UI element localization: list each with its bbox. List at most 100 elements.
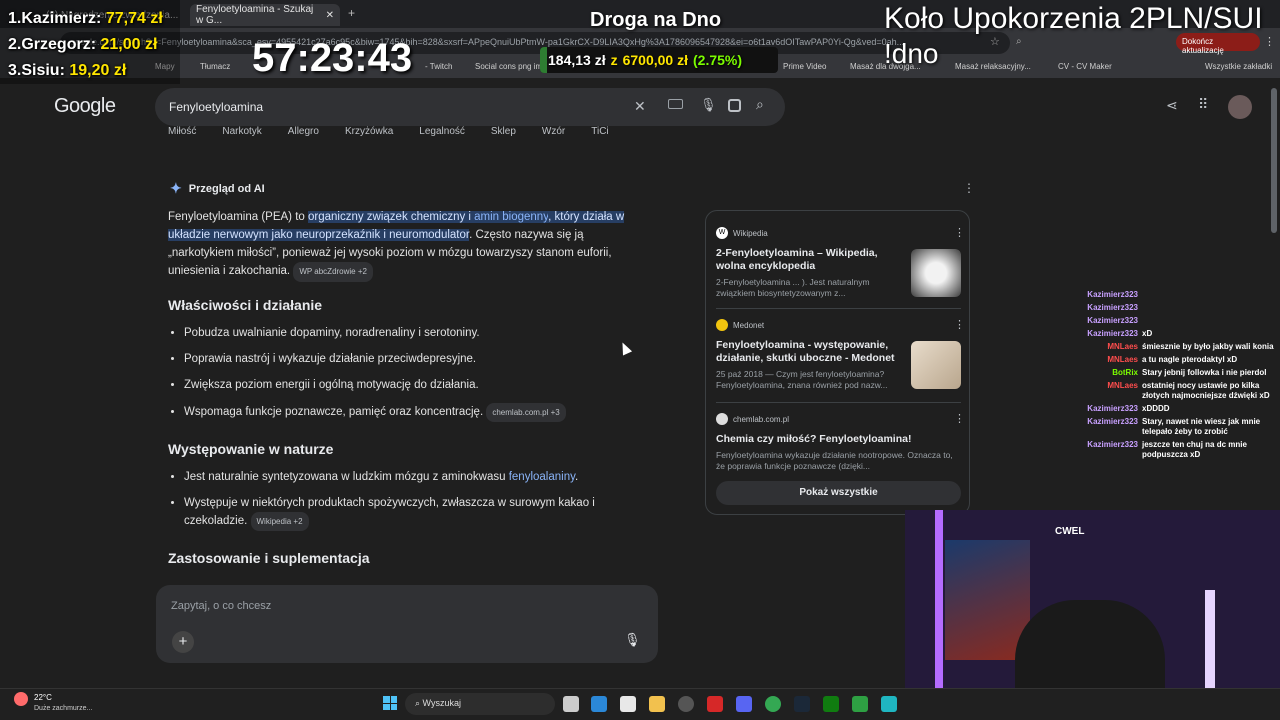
chip[interactable]: Miłość: [168, 126, 196, 142]
result-menu-icon[interactable]: ⋮: [954, 412, 965, 425]
section-title: Zastosowanie i suplementacja: [168, 550, 370, 566]
discord-icon[interactable]: [736, 696, 752, 712]
source-title[interactable]: Fenyloetyloamina - występowanie, działan…: [716, 339, 906, 365]
more-options-icon[interactable]: ⋮: [963, 181, 975, 195]
source-chip[interactable]: chemlab.com.pl +3: [486, 403, 566, 422]
chat-message: MNLaes śmiesznie by było jakby wali konia: [1068, 342, 1278, 352]
weather-temp[interactable]: 22°C: [34, 693, 52, 702]
chat-user: MNLaes: [1107, 381, 1138, 390]
chip[interactable]: Wzór: [542, 126, 565, 142]
bookmark-cv[interactable]: CV - CV Maker: [1058, 62, 1112, 71]
task-view-icon[interactable]: [563, 696, 579, 712]
source-site: Medonet: [733, 320, 765, 330]
chip[interactable]: TiCi: [591, 126, 608, 142]
update-label: Dokończ aktualizację: [1182, 37, 1224, 55]
source-title[interactable]: Chemia czy miłość? Fenyloetyloamina!: [716, 433, 956, 446]
goal-total: 6700,00 zł: [622, 52, 688, 68]
source-label: chemlab.com.pl +3: [492, 408, 560, 417]
chrome-icon[interactable]: [765, 696, 781, 712]
xbox-icon[interactable]: [823, 696, 839, 712]
source-chip[interactable]: WP abcZdrowie +2: [293, 262, 373, 282]
leaderboard-row: 2.Grzegorz: 21,00 zł: [8, 36, 157, 54]
google-logo[interactable]: Google: [54, 95, 116, 118]
add-icon[interactable]: +: [172, 631, 194, 653]
rank: 3.: [8, 62, 22, 79]
fenyloalanina-link[interactable]: fenyloalaniny: [509, 471, 575, 483]
bookmark-social[interactable]: Social cons png im...: [475, 62, 549, 71]
result-menu-icon[interactable]: ⋮: [954, 226, 965, 239]
chat-user: BotRix: [1112, 368, 1138, 377]
chip[interactable]: Narkotyk: [222, 126, 261, 142]
bookmark-twitch[interactable]: - Twitch: [425, 62, 452, 71]
divider: [716, 308, 961, 309]
new-tab-icon[interactable]: +: [348, 6, 355, 20]
ask-input[interactable]: Zapytaj, o co chcesz: [171, 600, 271, 612]
file-explorer-icon[interactable]: [649, 696, 665, 712]
steam-icon[interactable]: [794, 696, 810, 712]
search-input[interactable]: Fenyloetyloamina: [155, 88, 785, 126]
store-icon[interactable]: [620, 696, 636, 712]
list-item-text: Wspomaga funkcje poznawcze, pamięć oraz …: [184, 406, 484, 418]
chip[interactable]: Allegro: [288, 126, 319, 142]
result-menu-icon[interactable]: ⋮: [954, 318, 965, 331]
occurrence-list: Jest naturalnie syntetyzowana w ludzkim …: [184, 469, 654, 540]
taskbar-search[interactable]: ⌕ Wyszukaj: [405, 693, 555, 715]
source-result[interactable]: chemlab.com.pl Chemia czy miłość? Fenylo…: [716, 413, 966, 472]
donor-amount: 19,20 zł: [69, 62, 127, 79]
windows-start-icon[interactable]: [383, 696, 397, 710]
donor-name: Sisiu:: [21, 62, 65, 79]
taskbar: [0, 688, 1280, 720]
show-all-button[interactable]: Pokaż wszystkie: [716, 481, 961, 505]
tab-close-icon[interactable]: ✕: [326, 10, 334, 21]
donor-name: Kazimierz:: [21, 10, 102, 27]
bookmark-translate[interactable]: Tłumacz: [200, 62, 230, 71]
share-icon[interactable]: ⋖: [1166, 97, 1178, 114]
calculator-icon[interactable]: [881, 696, 897, 712]
scrollbar[interactable]: [1271, 88, 1277, 233]
list-item-text: Zwiększa poziom energii i ogólną motywac…: [184, 379, 479, 391]
mic-icon[interactable]: 🎙: [700, 97, 717, 113]
ask-placeholder: Zapytaj, o co chcesz: [171, 600, 272, 612]
zoom-icon[interactable]: ⌕: [1016, 36, 1022, 47]
ai-intro-paragraph: Fenyloetyloamina (PEA) to organiczny zwi…: [168, 208, 648, 282]
intro-text: Fenyloetyloamina (PEA) to: [168, 211, 308, 223]
taskbar-search-label: Wyszukaj: [422, 698, 461, 708]
goal-bar-fill: [540, 47, 547, 73]
list-item: Pobudza uwalnianie dopaminy, noradrenali…: [184, 325, 654, 342]
mic-icon[interactable]: 🎙: [624, 632, 641, 648]
avatar[interactable]: [1228, 95, 1252, 119]
copilot-icon[interactable]: [591, 696, 607, 712]
list-item-text: Poprawia nastrój i wykazuje działanie pr…: [184, 353, 477, 365]
search-icon[interactable]: ⌕: [756, 96, 764, 113]
bookmark-all[interactable]: Wszystkie zakładki: [1205, 62, 1272, 71]
ask-box[interactable]: Zapytaj, o co chcesz + 🎙: [156, 585, 658, 663]
chat-message: Kazimierz323 Stary, nawet nie wiesz jak m…: [1068, 417, 1278, 437]
keyboard-icon[interactable]: [668, 99, 683, 109]
source-title[interactable]: 2-Fenyloetyloamina – Wikipedia, wolna en…: [716, 247, 906, 273]
chat-user: Kazimierz323: [1087, 290, 1138, 299]
donor-name: Grzegorz:: [21, 36, 97, 53]
chat-text: a tu nagle pterodaktyl xD: [1142, 355, 1238, 364]
address-bar[interactable]: google.com/search?q=Fenyloetyloamina&sca…: [60, 32, 1010, 54]
powder-thumbnail[interactable]: [911, 249, 961, 297]
shoes-thumbnail[interactable]: [911, 341, 961, 389]
apps-icon[interactable]: ⠿: [1198, 96, 1208, 113]
menu-icon[interactable]: ⋮: [1264, 35, 1275, 48]
chip[interactable]: Krzyżówka: [345, 126, 393, 142]
source-chip[interactable]: Wikipedia +2: [250, 512, 309, 531]
star-icon[interactable]: ☆: [990, 35, 1000, 48]
chip[interactable]: Legalność: [419, 126, 465, 142]
bookmark-masaz2[interactable]: Masaż relaksacyjny...: [955, 62, 1031, 71]
list-item-text: .: [574, 471, 579, 483]
app-l-icon[interactable]: [707, 696, 723, 712]
chip[interactable]: Sklep: [491, 126, 516, 142]
divider: [716, 402, 961, 403]
obs-icon[interactable]: [678, 696, 694, 712]
clear-icon[interactable]: ✕: [634, 98, 646, 115]
bookmark-prime[interactable]: Prime Video: [783, 62, 826, 71]
tab-2[interactable]: Fenyloetyloamina - Szukaj w G... ✕: [190, 4, 340, 26]
lens-icon[interactable]: [728, 99, 741, 112]
intro-link[interactable]: amin biogenny: [474, 211, 549, 223]
app-icon[interactable]: [852, 696, 868, 712]
stream-title: Droga na Dno: [590, 9, 722, 31]
